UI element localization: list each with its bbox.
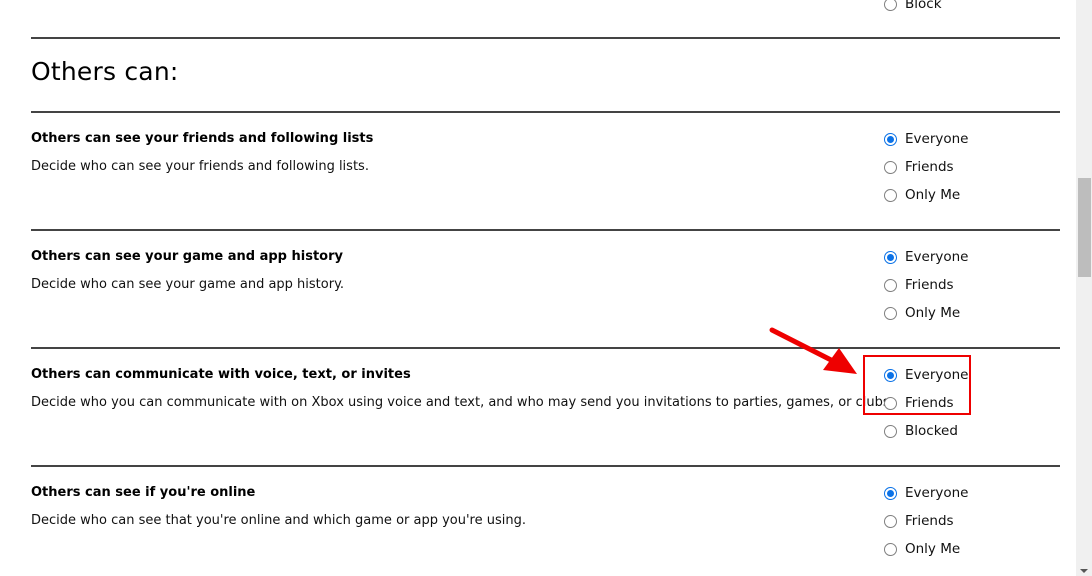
- radio-option-everyone[interactable]: Everyone: [884, 248, 969, 266]
- radio-option-friends[interactable]: Friends: [884, 158, 954, 176]
- radio-option-friends[interactable]: Friends: [884, 512, 954, 530]
- setting-title: Others can see your game and app history: [31, 249, 343, 264]
- radio-label: Friends: [905, 513, 954, 529]
- radio-button[interactable]: [884, 542, 897, 556]
- radio-label: Everyone: [905, 485, 969, 501]
- radio-label: Only Me: [905, 187, 961, 203]
- setting-divider: [31, 347, 1060, 349]
- setting-description: Decide who you can communicate with on X…: [31, 395, 894, 410]
- radio-label: Only Me: [905, 305, 961, 321]
- radio-button[interactable]: [884, 160, 897, 174]
- scrollbar-thumb[interactable]: [1078, 178, 1091, 277]
- radio-button-checked[interactable]: [884, 250, 897, 264]
- setting-description: Decide who can see your friends and foll…: [31, 159, 369, 174]
- radio-button-checked[interactable]: [884, 132, 897, 146]
- setting-description: Decide who can see that you're online an…: [31, 513, 526, 528]
- radio-label: Only Me: [905, 541, 961, 557]
- radio-button[interactable]: [884, 514, 897, 528]
- radio-label: Everyone: [905, 249, 969, 265]
- privacy-settings-page: Block Others can: Others can see your fr…: [0, 0, 1092, 576]
- radio-option-friends[interactable]: Friends: [884, 276, 954, 294]
- annotation-arrow-icon: [769, 327, 857, 374]
- radio-button[interactable]: [884, 188, 897, 202]
- scroll-down-arrow-icon[interactable]: [1080, 569, 1088, 573]
- section-divider: [31, 37, 1060, 39]
- setting-description: Decide who can see your game and app his…: [31, 277, 345, 292]
- radio-option-only-me[interactable]: Only Me: [884, 540, 960, 558]
- annotation-highlight-box: [863, 355, 971, 415]
- radio-button[interactable]: [884, 278, 897, 292]
- radio-button[interactable]: [884, 424, 897, 438]
- radio-button[interactable]: [884, 306, 897, 320]
- vertical-scrollbar[interactable]: [1076, 0, 1092, 576]
- radio-option-blocked[interactable]: Blocked: [884, 422, 958, 440]
- section-divider: [31, 111, 1060, 113]
- radio-option-block[interactable]: Block: [884, 0, 942, 13]
- radio-button[interactable]: [884, 0, 897, 11]
- radio-label: Blocked: [905, 423, 958, 439]
- setting-title: Others can communicate with voice, text,…: [31, 367, 411, 382]
- setting-title: Others can see your friends and followin…: [31, 131, 374, 146]
- radio-label: Friends: [905, 277, 954, 293]
- setting-title: Others can see if you're online: [31, 485, 256, 500]
- radio-option-everyone[interactable]: Everyone: [884, 130, 969, 148]
- radio-option-only-me[interactable]: Only Me: [884, 304, 960, 322]
- radio-option-only-me[interactable]: Only Me: [884, 186, 960, 204]
- section-title: Others can:: [31, 57, 179, 86]
- radio-label: Friends: [905, 159, 954, 175]
- radio-label: Block: [905, 0, 942, 12]
- setting-divider: [31, 229, 1060, 231]
- radio-button-checked[interactable]: [884, 486, 897, 500]
- setting-divider: [31, 465, 1060, 467]
- radio-label: Everyone: [905, 131, 969, 147]
- radio-option-everyone[interactable]: Everyone: [884, 484, 969, 502]
